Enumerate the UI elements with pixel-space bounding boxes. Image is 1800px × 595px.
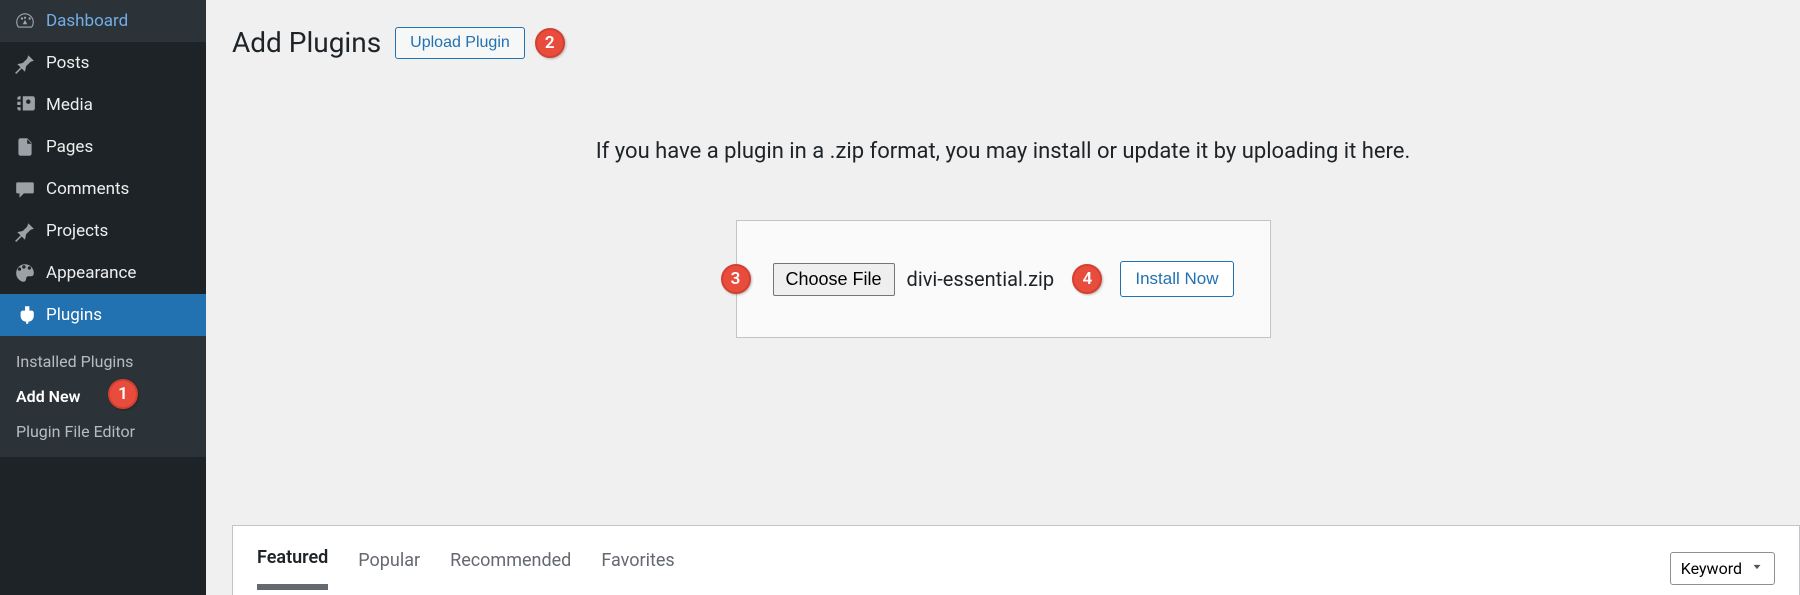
upload-plugin-button[interactable]: Upload Plugin bbox=[395, 27, 525, 59]
sidebar-item-label: Plugins bbox=[46, 305, 102, 325]
sidebar-item-label: Appearance bbox=[46, 263, 136, 283]
chevron-down-icon bbox=[1750, 559, 1764, 578]
upload-area: If you have a plugin in a .zip format, y… bbox=[232, 139, 1774, 338]
pin-icon bbox=[14, 52, 36, 74]
comments-icon bbox=[14, 178, 36, 200]
plugins-submenu: Installed Plugins Add New 1 Plugin File … bbox=[0, 336, 206, 457]
upload-dropzone: 3 Choose File divi-essential.zip 4 Insta… bbox=[736, 220, 1271, 338]
sidebar-item-pages[interactable]: Pages bbox=[0, 126, 206, 168]
plugins-icon bbox=[14, 304, 36, 326]
callout-4: 4 bbox=[1072, 264, 1102, 294]
sidebar-item-media[interactable]: Media bbox=[0, 84, 206, 126]
callout-1: 1 bbox=[108, 379, 138, 409]
tab-favorites[interactable]: Favorites bbox=[601, 550, 674, 587]
plugin-filter-bar: Featured Popular Recommended Favorites K… bbox=[232, 525, 1800, 595]
dashboard-icon bbox=[14, 10, 36, 32]
sidebar-item-label: Projects bbox=[46, 221, 108, 241]
search-type-select[interactable]: Keyword bbox=[1670, 552, 1775, 585]
pages-icon bbox=[14, 136, 36, 158]
selected-file-name: divi-essential.zip bbox=[907, 267, 1055, 291]
admin-sidebar: Dashboard Posts Media Pages Comments Pro… bbox=[0, 0, 206, 595]
callout-3: 3 bbox=[721, 264, 751, 294]
page-title: Add Plugins bbox=[232, 26, 381, 59]
choose-file-button[interactable]: Choose File bbox=[773, 263, 895, 296]
tab-featured[interactable]: Featured bbox=[257, 547, 328, 590]
tab-recommended[interactable]: Recommended bbox=[450, 550, 571, 587]
sidebar-item-comments[interactable]: Comments bbox=[0, 168, 206, 210]
submenu-installed-plugins[interactable]: Installed Plugins bbox=[0, 344, 206, 379]
sidebar-item-projects[interactable]: Projects bbox=[0, 210, 206, 252]
pin-icon bbox=[14, 220, 36, 242]
submenu-add-new[interactable]: Add New 1 bbox=[0, 379, 206, 414]
appearance-icon bbox=[14, 262, 36, 284]
page-header: Add Plugins Upload Plugin 2 bbox=[232, 26, 1774, 59]
callout-2: 2 bbox=[535, 28, 565, 58]
main-content: Add Plugins Upload Plugin 2 If you have … bbox=[206, 0, 1800, 595]
sidebar-item-appearance[interactable]: Appearance bbox=[0, 252, 206, 294]
media-icon bbox=[14, 94, 36, 116]
sidebar-item-label: Pages bbox=[46, 137, 93, 157]
sidebar-item-posts[interactable]: Posts bbox=[0, 42, 206, 84]
sidebar-item-label: Media bbox=[46, 95, 93, 115]
sidebar-item-label: Dashboard bbox=[46, 11, 128, 31]
sidebar-item-label: Comments bbox=[46, 179, 129, 199]
sidebar-item-dashboard[interactable]: Dashboard bbox=[0, 0, 206, 42]
submenu-plugin-file-editor[interactable]: Plugin File Editor bbox=[0, 414, 206, 449]
sidebar-item-label: Posts bbox=[46, 53, 89, 73]
sidebar-item-plugins[interactable]: Plugins bbox=[0, 294, 206, 336]
tab-popular[interactable]: Popular bbox=[358, 550, 420, 587]
upload-message: If you have a plugin in a .zip format, y… bbox=[232, 139, 1774, 164]
install-now-button[interactable]: Install Now bbox=[1120, 261, 1233, 297]
